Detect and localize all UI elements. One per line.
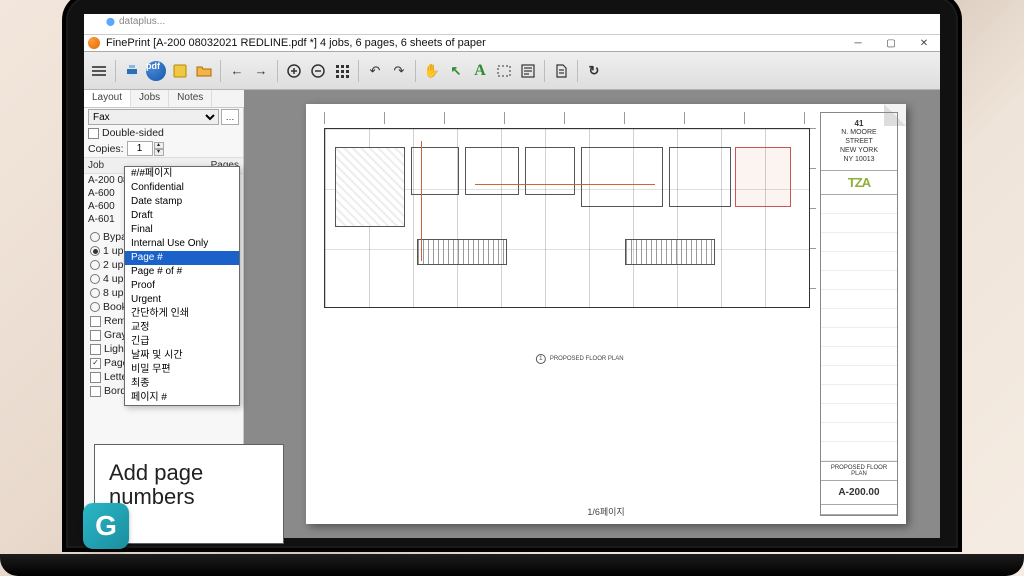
dropdown-item[interactable]: 간단하게 인쇄: [125, 307, 239, 321]
copies-up[interactable]: ▴: [154, 142, 164, 149]
dropdown-item[interactable]: 교정: [125, 321, 239, 335]
letterhead-checkbox[interactable]: [90, 372, 101, 383]
dropdown-item[interactable]: 비밀 무편: [125, 363, 239, 377]
dropdown-item[interactable]: Page #: [125, 251, 239, 265]
dropdown-item[interactable]: 페이지 #: [125, 391, 239, 405]
redo-icon[interactable]: ↷: [388, 60, 410, 82]
zoom-in-icon[interactable]: [283, 60, 305, 82]
tab-layout[interactable]: Layout: [84, 90, 131, 107]
minimize-button[interactable]: ─: [842, 34, 874, 52]
dropdown-item[interactable]: Final: [125, 223, 239, 237]
dropdown-item[interactable]: Internal Use Only: [125, 237, 239, 251]
dropdown-item[interactable]: 날짜 및 시간: [125, 349, 239, 363]
bypass-radio[interactable]: [90, 232, 100, 242]
thumbnails-icon[interactable]: [331, 60, 353, 82]
save-icon[interactable]: [169, 60, 191, 82]
plan-caption: 1 PROPOSED FLOOR PLAN: [536, 354, 624, 364]
dropdown-item[interactable]: Draft: [125, 209, 239, 223]
4up-radio[interactable]: [90, 274, 100, 284]
dropdown-item[interactable]: 최종: [125, 377, 239, 391]
borders-checkbox[interactable]: [90, 386, 101, 397]
preview-area[interactable]: 1 PROPOSED FLOOR PLAN 41 N. MOORE STREET…: [244, 90, 940, 538]
printer-more-button[interactable]: …: [221, 109, 239, 125]
back-icon[interactable]: ←: [226, 60, 248, 82]
dimension-marks: [324, 112, 810, 124]
dimension-marks: [810, 128, 816, 308]
dropdown-item[interactable]: Page # of #: [125, 265, 239, 279]
hand-tool-icon[interactable]: ✋: [421, 60, 443, 82]
refresh-icon[interactable]: ↻: [583, 60, 605, 82]
2up-radio[interactable]: [90, 260, 100, 270]
side-tabs: Layout Jobs Notes: [84, 90, 244, 108]
grayscale-checkbox[interactable]: [90, 330, 101, 341]
double-sided-checkbox[interactable]: [88, 128, 99, 139]
print-icon[interactable]: [121, 60, 143, 82]
remove-graphics-checkbox[interactable]: [90, 316, 101, 327]
page-preview: 1 PROPOSED FLOOR PLAN 41 N. MOORE STREET…: [306, 104, 906, 524]
maximize-button[interactable]: ▢: [875, 34, 907, 52]
tutorial-callout: Add page numbers G: [94, 444, 284, 544]
window-title: FinePrint [A-200 08032021 REDLINE.pdf *]…: [106, 37, 486, 49]
dropdown-item[interactable]: Urgent: [125, 293, 239, 307]
double-sided-label: Double-sided: [102, 127, 164, 139]
dropdown-item[interactable]: Proof: [125, 279, 239, 293]
app-icon: [88, 37, 100, 49]
titlebar: FinePrint [A-200 08032021 REDLINE.pdf *]…: [84, 34, 940, 52]
forward-icon[interactable]: →: [250, 60, 272, 82]
lighten-checkbox[interactable]: [90, 344, 101, 355]
text-tool-icon[interactable]: A: [469, 60, 491, 82]
page-tag-footer: 1/6페이지: [587, 505, 624, 518]
close-button[interactable]: ✕: [908, 34, 940, 52]
8up-radio[interactable]: [90, 288, 100, 298]
dropdown-item[interactable]: #/#페이지: [125, 167, 239, 181]
callout-text: Add page numbers: [109, 460, 203, 509]
tab-notes[interactable]: Notes: [169, 90, 212, 107]
printer-select[interactable]: Fax: [88, 109, 219, 125]
rect-tool-icon[interactable]: [493, 60, 515, 82]
floor-plan: [324, 128, 810, 308]
copies-down[interactable]: ▾: [154, 149, 164, 156]
laptop-base: [0, 554, 1024, 576]
page-tag-dropdown[interactable]: #/#페이지ConfidentialDate stampDraftFinalIn…: [124, 166, 240, 406]
dropdown-item[interactable]: 긴급: [125, 335, 239, 349]
booklet-radio[interactable]: [90, 302, 100, 312]
firm-logo: TZA: [821, 171, 897, 195]
page-tag-checkbox[interactable]: ✓: [90, 358, 101, 369]
note-tool-icon[interactable]: [517, 60, 539, 82]
1up-radio[interactable]: [90, 246, 100, 256]
select-tool-icon[interactable]: ↖: [445, 60, 467, 82]
callout-badge-icon: G: [83, 503, 129, 549]
undo-icon[interactable]: ↶: [364, 60, 386, 82]
tab-jobs[interactable]: Jobs: [131, 90, 169, 107]
copies-input[interactable]: [127, 141, 153, 156]
page-tool-icon[interactable]: [550, 60, 572, 82]
toolbar: pdf ← →: [84, 52, 940, 90]
dropdown-item[interactable]: Confidential: [125, 181, 239, 195]
zoom-out-icon[interactable]: [307, 60, 329, 82]
dropdown-item[interactable]: Date stamp: [125, 195, 239, 209]
copies-label: Copies:: [88, 143, 124, 155]
pdf-icon[interactable]: pdf: [145, 60, 167, 82]
sheet-number: A-200.00: [821, 481, 897, 505]
menu-icon[interactable]: [88, 60, 110, 82]
title-block: 41 N. MOORE STREET NEW YORK NY 10013 TZA…: [820, 112, 898, 516]
background-tab: dataplus...: [106, 16, 165, 32]
open-icon[interactable]: [193, 60, 215, 82]
